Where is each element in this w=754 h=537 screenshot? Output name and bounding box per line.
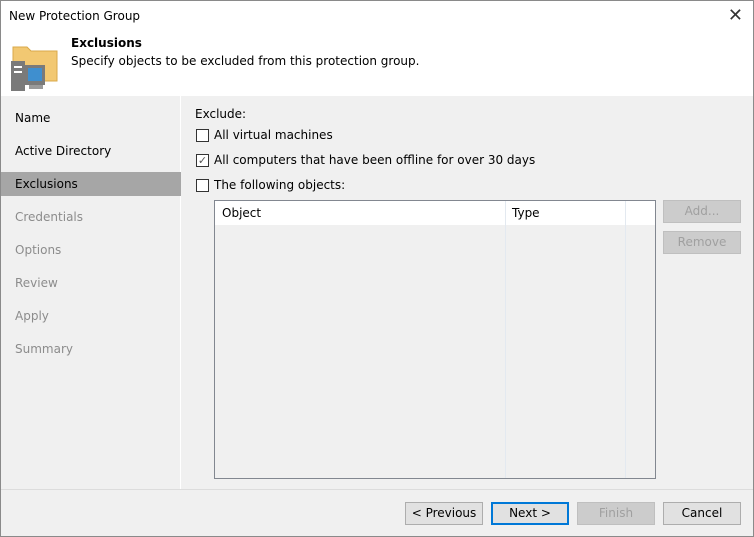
close-icon[interactable]: ✕ [728, 5, 743, 26]
window-title: New Protection Group [9, 9, 141, 23]
list-header: Object Type [215, 201, 655, 225]
step-active-directory[interactable]: Active Directory [1, 139, 181, 163]
page-subtitle: Specify objects to be excluded from this… [71, 54, 420, 68]
step-name[interactable]: Name [1, 106, 181, 130]
title-bar: New Protection Group ✕ [1, 1, 753, 33]
step-options: Options [15, 243, 62, 257]
exclude-label: Exclude: [195, 107, 247, 121]
wizard-header: Exclusions Specify objects to be exclude… [1, 33, 753, 96]
offline-computers-label[interactable]: All computers that have been offline for… [214, 153, 535, 167]
column-divider [505, 201, 506, 478]
add-button[interactable]: Add... [663, 200, 741, 223]
all-vms-checkbox[interactable] [196, 129, 209, 142]
following-objects-label[interactable]: The following objects: [214, 178, 345, 192]
column-object[interactable]: Object [222, 206, 261, 220]
step-review: Review [15, 276, 58, 290]
objects-list[interactable]: Object Type [214, 200, 656, 479]
next-button[interactable]: Next > [491, 502, 569, 525]
remove-button[interactable]: Remove [663, 231, 741, 254]
all-vms-label[interactable]: All virtual machines [214, 128, 333, 142]
protection-group-icon [11, 46, 58, 91]
column-type[interactable]: Type [512, 206, 540, 220]
previous-button[interactable]: < Previous [405, 502, 483, 525]
offline-computers-checkbox[interactable]: ✓ [196, 154, 209, 167]
finish-button[interactable]: Finish [577, 502, 655, 525]
following-objects-checkbox[interactable] [196, 179, 209, 192]
step-credentials: Credentials [15, 210, 84, 224]
step-summary: Summary [15, 342, 73, 356]
wizard-steps: Name Active Directory Exclusions Credent… [1, 96, 181, 489]
step-exclusions[interactable]: Exclusions [1, 172, 181, 196]
page-title: Exclusions [71, 36, 142, 50]
column-divider [625, 201, 626, 478]
cancel-button[interactable]: Cancel [663, 502, 741, 525]
wizard-window: New Protection Group ✕ Exclusions Specif… [0, 0, 754, 537]
step-apply: Apply [15, 309, 49, 323]
